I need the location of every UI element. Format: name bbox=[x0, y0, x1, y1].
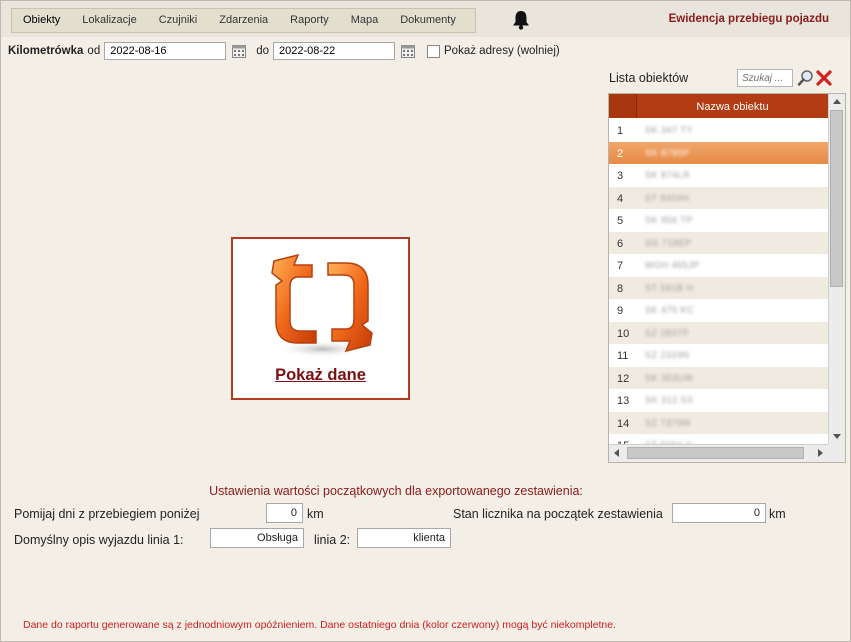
show-data-button[interactable]: Pokaż dane bbox=[231, 237, 410, 400]
row-number: 6 bbox=[617, 237, 624, 250]
odometer-input[interactable]: 0 bbox=[672, 503, 766, 523]
menu-item-mapa[interactable]: Mapa bbox=[340, 9, 390, 32]
row-number: 3 bbox=[617, 170, 624, 182]
row-number: 7 bbox=[617, 260, 624, 272]
skip-days-input[interactable]: 0 bbox=[266, 503, 303, 523]
scroll-down-icon[interactable] bbox=[833, 434, 841, 439]
list-item[interactable]: 6 SG 718EP bbox=[609, 231, 828, 254]
object-name: SK 956 TP bbox=[645, 215, 693, 225]
row-number: 12 bbox=[617, 372, 630, 385]
row-number: 11 bbox=[617, 350, 629, 362]
object-name: ST 581B H bbox=[645, 282, 694, 293]
object-name: SK 353UW bbox=[645, 372, 694, 383]
list-item[interactable]: 3 SK 874LR bbox=[609, 164, 828, 187]
list-item[interactable]: 14 SZ 7379M bbox=[609, 411, 828, 434]
object-list-title: Lista obiektów bbox=[609, 71, 689, 85]
scroll-corner bbox=[828, 444, 845, 462]
object-name: SZ 2329N bbox=[645, 350, 690, 360]
scrollbar-thumb[interactable] bbox=[627, 447, 804, 459]
show-data-link[interactable]: Pokaż dane bbox=[233, 366, 408, 385]
horizontal-scrollbar[interactable] bbox=[609, 444, 828, 462]
clear-search-icon[interactable] bbox=[815, 69, 833, 87]
list-item[interactable]: 4 ST 8404H bbox=[609, 186, 828, 209]
object-name: SK 475 KC bbox=[645, 305, 695, 315]
bell-icon[interactable] bbox=[510, 9, 532, 31]
row-number: 4 bbox=[617, 192, 624, 205]
description-label: Domyślny opis wyjazdu linia 1: bbox=[14, 533, 184, 547]
vertical-scrollbar[interactable] bbox=[828, 94, 845, 444]
menu-item-dokumenty[interactable]: Dokumenty bbox=[389, 9, 467, 32]
main-menu: Obiekty Lokalizacje Czujniki Zdarzenia R… bbox=[11, 8, 476, 33]
object-name: SK 874LR bbox=[645, 170, 691, 180]
scrollbar-thumb[interactable] bbox=[830, 110, 843, 287]
row-number: 10 bbox=[617, 327, 630, 340]
scroll-left-icon[interactable] bbox=[614, 449, 619, 457]
list-item[interactable]: 5 SK 956 TP bbox=[609, 209, 828, 232]
grid-rows: 1 SK 347 TY 2 SK 8785P 3 SK 874LR 4 ST 8404H… bbox=[609, 119, 828, 457]
list-item-selected[interactable]: 2 SK 8785P bbox=[609, 141, 828, 164]
odometer-unit: km bbox=[769, 507, 786, 521]
row-number: 2 bbox=[617, 147, 624, 160]
list-item[interactable]: 13 SK 312 SX bbox=[609, 389, 828, 412]
row-number: 5 bbox=[617, 215, 624, 227]
object-name: SK 8785P bbox=[645, 147, 690, 158]
row-number: 9 bbox=[617, 305, 624, 317]
list-item[interactable]: 12 SK 353UW bbox=[609, 366, 828, 389]
object-name: WGH 465JP bbox=[645, 260, 700, 270]
object-search-input[interactable] bbox=[737, 69, 793, 87]
footer-note: Dane do raportu generowane są z jednodni… bbox=[23, 619, 617, 631]
list-item[interactable]: 9 SK 475 KC bbox=[609, 299, 828, 322]
list-item[interactable]: 7 WGH 465JP bbox=[609, 254, 828, 277]
row-number: 1 bbox=[617, 125, 624, 137]
object-name: SZ 7379M bbox=[645, 417, 691, 428]
list-item[interactable]: 10 SZ 2837P bbox=[609, 321, 828, 344]
object-list-grid: Nazwa obiektu 1 SK 347 TY 2 SK 8785P 3 SK 8… bbox=[608, 93, 846, 463]
refresh-arrows-icon bbox=[271, 253, 373, 358]
list-item[interactable]: 11 SZ 2329N bbox=[609, 344, 828, 367]
scroll-up-icon[interactable] bbox=[833, 99, 841, 104]
report-type-label: Kilometrówka bbox=[8, 45, 84, 57]
settings-title: Ustawienia wartości początkowych dla exp… bbox=[209, 484, 583, 498]
calendar-icon[interactable] bbox=[401, 44, 416, 58]
object-name: SZ 2837P bbox=[645, 327, 690, 338]
object-name: SG 718EP bbox=[645, 237, 692, 248]
odometer-label: Stan licznika na początek zestawienia bbox=[453, 507, 663, 521]
grid-header: Nazwa obiektu bbox=[609, 94, 828, 118]
calendar-icon[interactable] bbox=[232, 44, 247, 58]
object-name: SK 312 SX bbox=[645, 395, 694, 405]
column-header-name[interactable]: Nazwa obiektu bbox=[637, 94, 828, 118]
object-name: ST 8404H bbox=[645, 192, 690, 203]
show-addresses-label: Pokaż adresy (wolniej) bbox=[444, 45, 560, 57]
to-label: do bbox=[256, 45, 270, 57]
line2-label: linia 2: bbox=[314, 533, 351, 547]
menu-item-obiekty[interactable]: Obiekty bbox=[12, 9, 71, 32]
from-date-input[interactable] bbox=[104, 42, 227, 60]
object-name: SK 347 TY bbox=[645, 125, 693, 135]
description-line2-input[interactable]: klienta bbox=[357, 528, 451, 548]
menu-item-czujniki[interactable]: Czujniki bbox=[148, 9, 209, 32]
scroll-right-icon[interactable] bbox=[818, 449, 823, 457]
skip-days-unit: km bbox=[307, 507, 324, 521]
search-icon[interactable] bbox=[797, 69, 815, 87]
to-date-input[interactable] bbox=[273, 42, 396, 60]
skip-days-label: Pomijaj dni z przebiegiem poniżej bbox=[14, 507, 200, 521]
row-number-header bbox=[609, 94, 637, 118]
description-line1-input[interactable]: Obsługa bbox=[210, 528, 304, 548]
menu-item-zdarzenia[interactable]: Zdarzenia bbox=[208, 9, 279, 32]
list-item[interactable]: 1 SK 347 TY bbox=[609, 119, 828, 142]
row-number: 8 bbox=[617, 282, 624, 295]
date-filter: Kilometrówka od do Pokaż adresy (wolniej… bbox=[8, 40, 560, 62]
list-item[interactable]: 8 ST 581B H bbox=[609, 276, 828, 299]
from-label: od bbox=[87, 45, 101, 57]
app-title: Ewidencja przebiegu pojazdu bbox=[668, 13, 829, 25]
menu-item-lokalizacje[interactable]: Lokalizacje bbox=[71, 9, 147, 32]
menu-item-raporty[interactable]: Raporty bbox=[279, 9, 340, 32]
row-number: 13 bbox=[617, 395, 630, 407]
row-number: 14 bbox=[617, 417, 630, 430]
show-addresses-checkbox[interactable] bbox=[427, 44, 441, 58]
